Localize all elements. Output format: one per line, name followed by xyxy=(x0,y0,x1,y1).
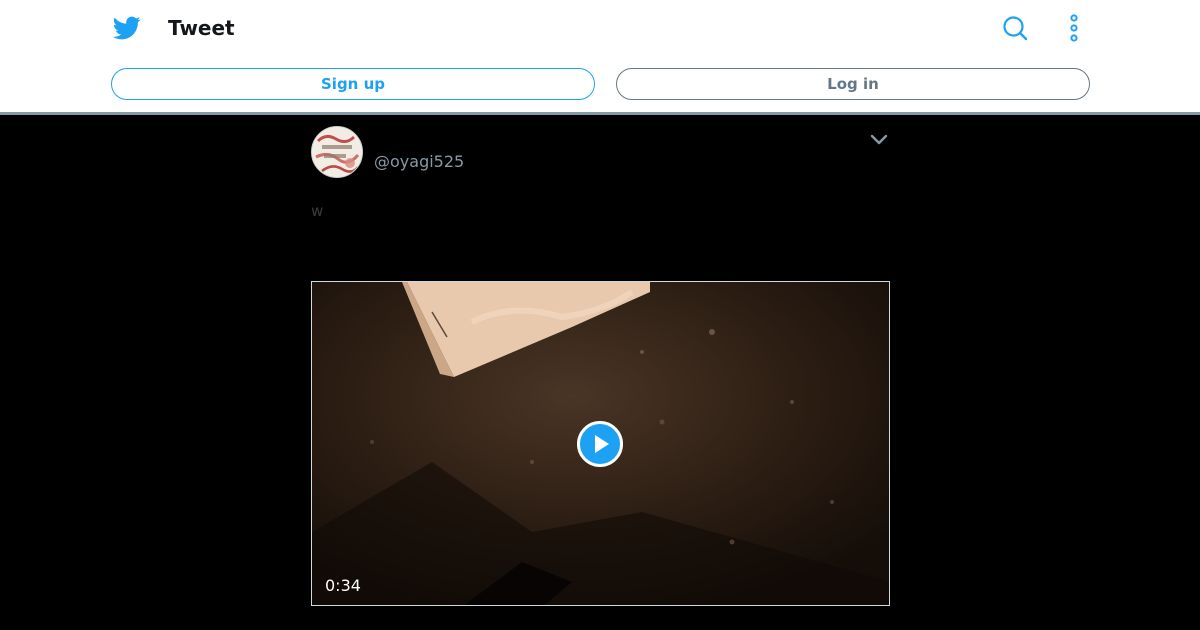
twitter-bird-icon[interactable] xyxy=(112,14,142,42)
sign-up-button[interactable]: Sign up xyxy=(111,68,595,100)
video-player[interactable]: 0:34 xyxy=(311,281,890,606)
tweet-text: w xyxy=(311,202,324,220)
chevron-down-icon[interactable] xyxy=(869,130,889,150)
video-duration: 0:34 xyxy=(325,576,361,595)
top-bar: Tweet Sign up Log in xyxy=(0,0,1200,115)
page-title: Tweet xyxy=(168,16,235,40)
more-vertical-icon[interactable] xyxy=(1064,14,1084,42)
search-icon[interactable] xyxy=(1002,15,1028,41)
avatar-image xyxy=(312,127,362,177)
log-in-button[interactable]: Log in xyxy=(616,68,1090,100)
avatar[interactable] xyxy=(311,126,363,178)
user-handle[interactable]: @oyagi525 xyxy=(374,152,464,172)
play-button-icon[interactable] xyxy=(577,421,623,467)
